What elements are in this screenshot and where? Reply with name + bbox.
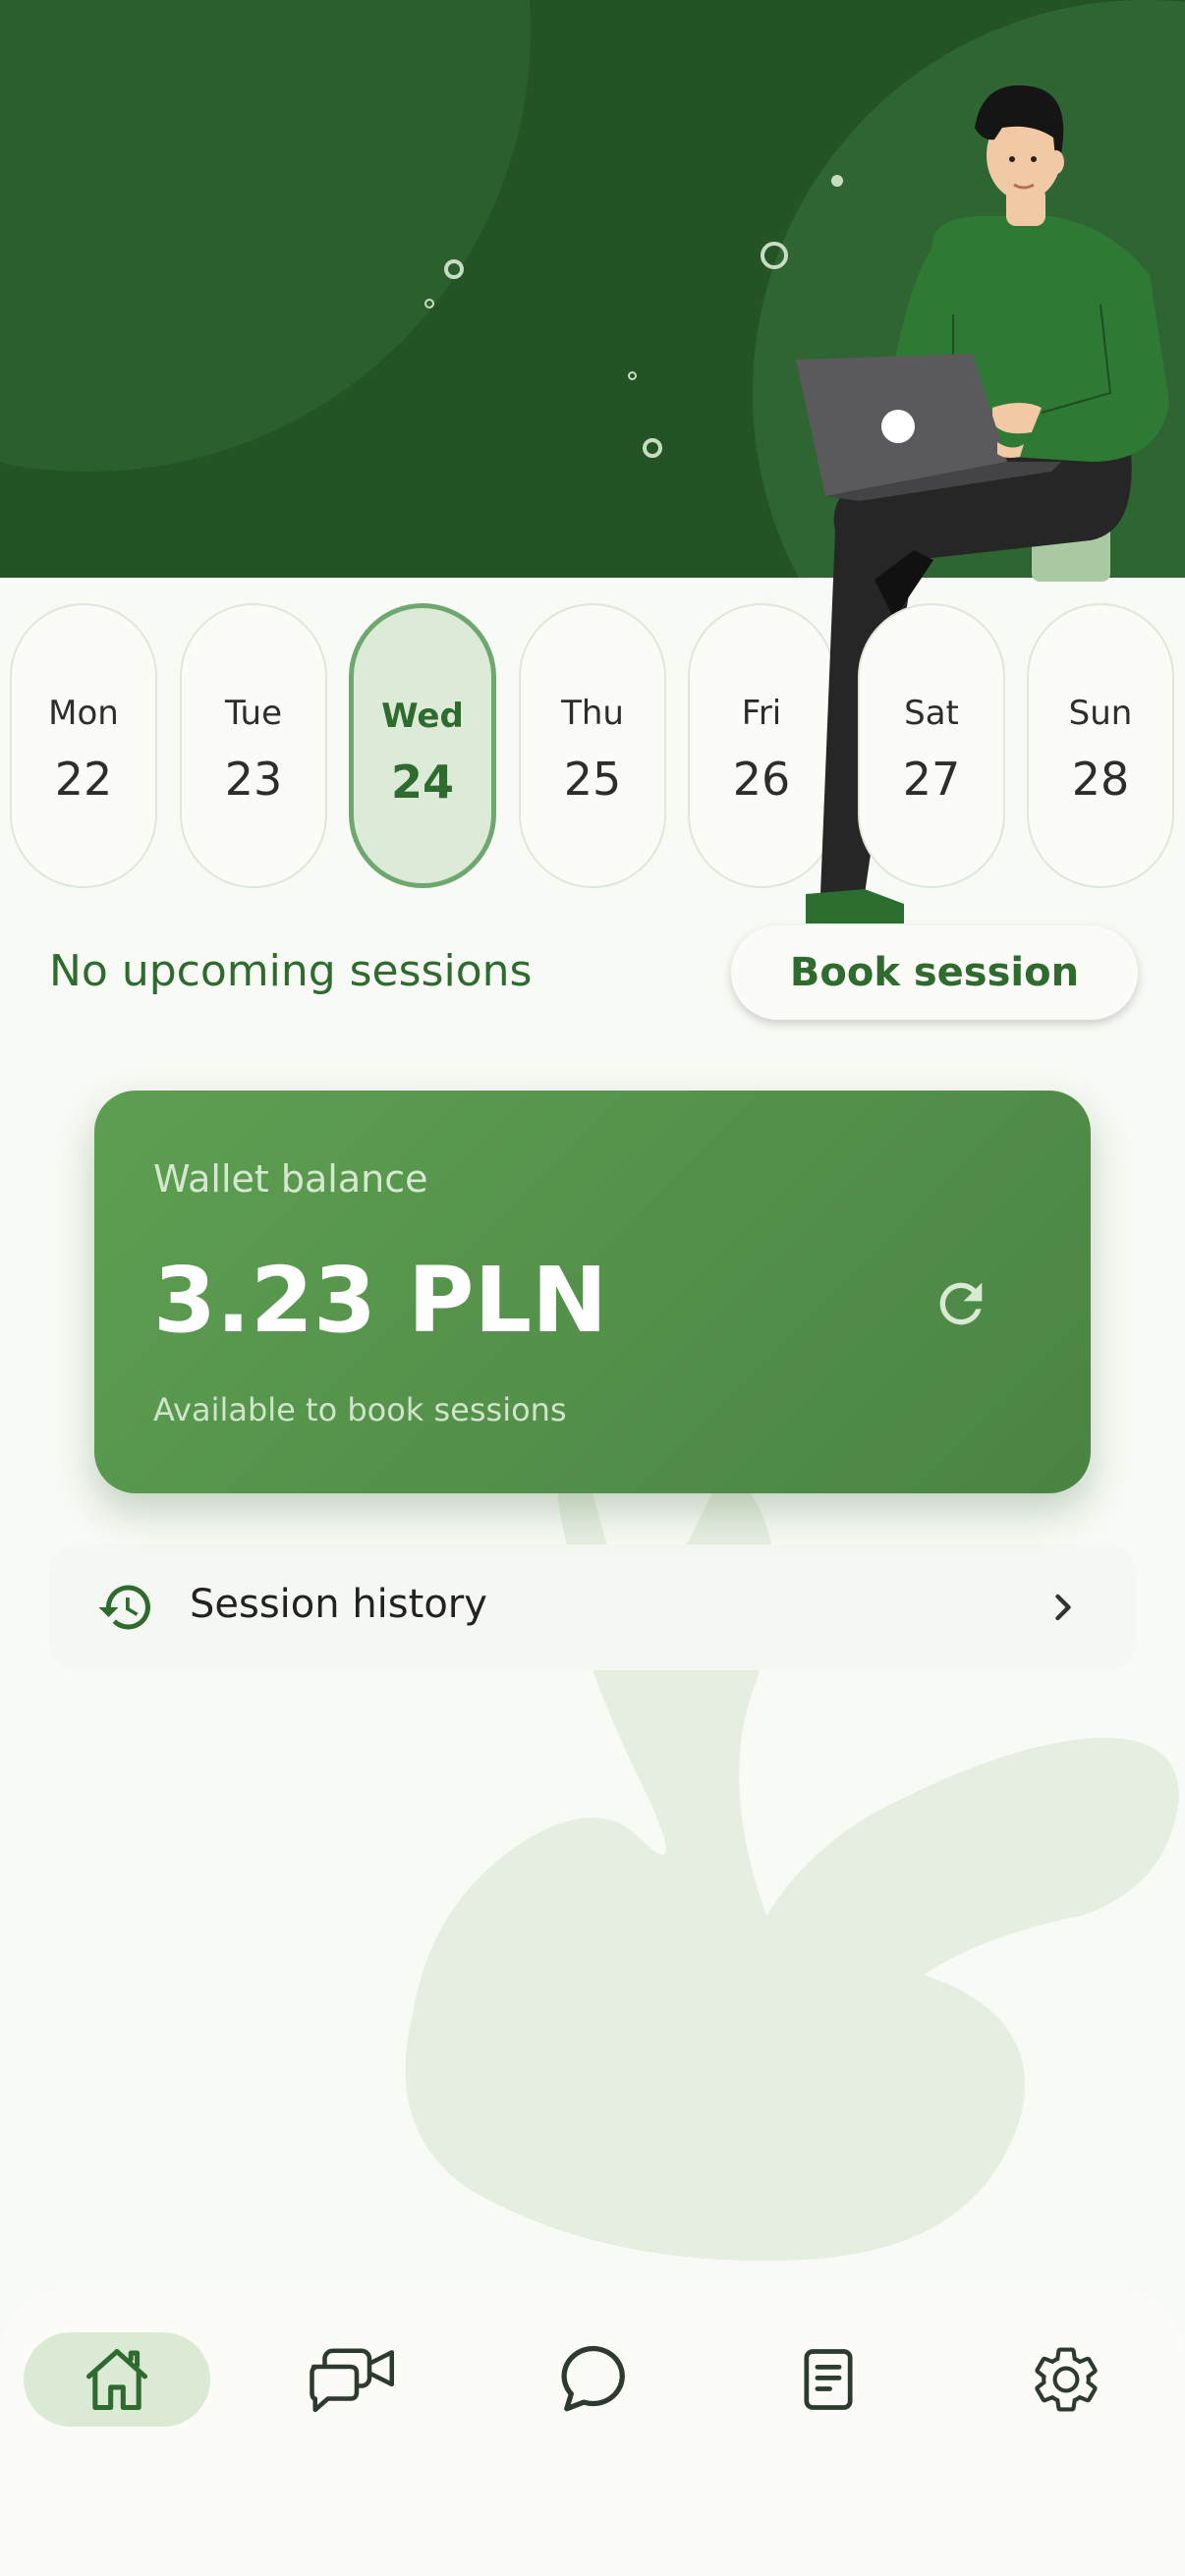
video-sessions-icon	[310, 2348, 395, 2413]
day-name: Thu	[561, 694, 624, 733]
day-card-thu[interactable]: Thu 25	[519, 603, 666, 888]
decor-bubble	[643, 438, 662, 458]
nav-settings[interactable]	[973, 2332, 1159, 2427]
book-session-button[interactable]: Book session	[731, 925, 1138, 1020]
session-history-label: Session history	[190, 1582, 487, 1627]
day-number: 27	[902, 753, 961, 806]
day-name: Tue	[224, 694, 283, 733]
day-name: Wed	[381, 697, 464, 736]
day-card-sat[interactable]: Sat 27	[858, 603, 1005, 888]
chevron-right-icon	[1055, 1594, 1071, 1621]
nav-notes[interactable]	[735, 2332, 922, 2427]
day-number: 25	[563, 753, 622, 806]
nav-chat[interactable]	[499, 2332, 686, 2427]
day-name: Mon	[48, 694, 119, 733]
refresh-icon[interactable]	[930, 1272, 992, 1335]
notes-icon	[804, 2349, 853, 2410]
bottom-navigation-bar	[0, 2287, 1185, 2576]
wallet-balance-label: Wallet balance	[153, 1157, 428, 1201]
day-card-mon[interactable]: Mon 22	[10, 603, 157, 888]
wallet-balance-card: Wallet balance 3.23 PLN Available to boo…	[94, 1091, 1091, 1493]
day-name: Sat	[904, 694, 959, 733]
nav-video-sessions[interactable]	[263, 2332, 450, 2427]
day-card-tue[interactable]: Tue 23	[180, 603, 327, 888]
day-card-wed[interactable]: Wed 24	[349, 603, 496, 888]
decor-bubble	[424, 299, 434, 308]
day-number: 22	[54, 753, 113, 806]
day-number: 24	[390, 756, 454, 809]
day-number: 23	[224, 753, 283, 806]
hero-decor-circle	[0, 0, 531, 472]
wallet-balance-amount: 3.23 PLN	[153, 1248, 608, 1353]
no-upcoming-sessions-text: No upcoming sessions	[49, 946, 533, 996]
decor-bubble	[628, 371, 637, 380]
settings-icon	[1035, 2347, 1098, 2412]
home-icon	[85, 2348, 148, 2411]
history-icon	[98, 1585, 150, 1630]
session-history-row[interactable]: Session history	[49, 1544, 1136, 1670]
nav-home[interactable]	[24, 2332, 210, 2427]
decor-bubble	[444, 259, 464, 279]
home-screen: No upcoming sessions Book session Wallet…	[0, 0, 1185, 2576]
chat-icon	[561, 2345, 625, 2412]
wallet-balance-subtitle: Available to book sessions	[153, 1391, 567, 1428]
